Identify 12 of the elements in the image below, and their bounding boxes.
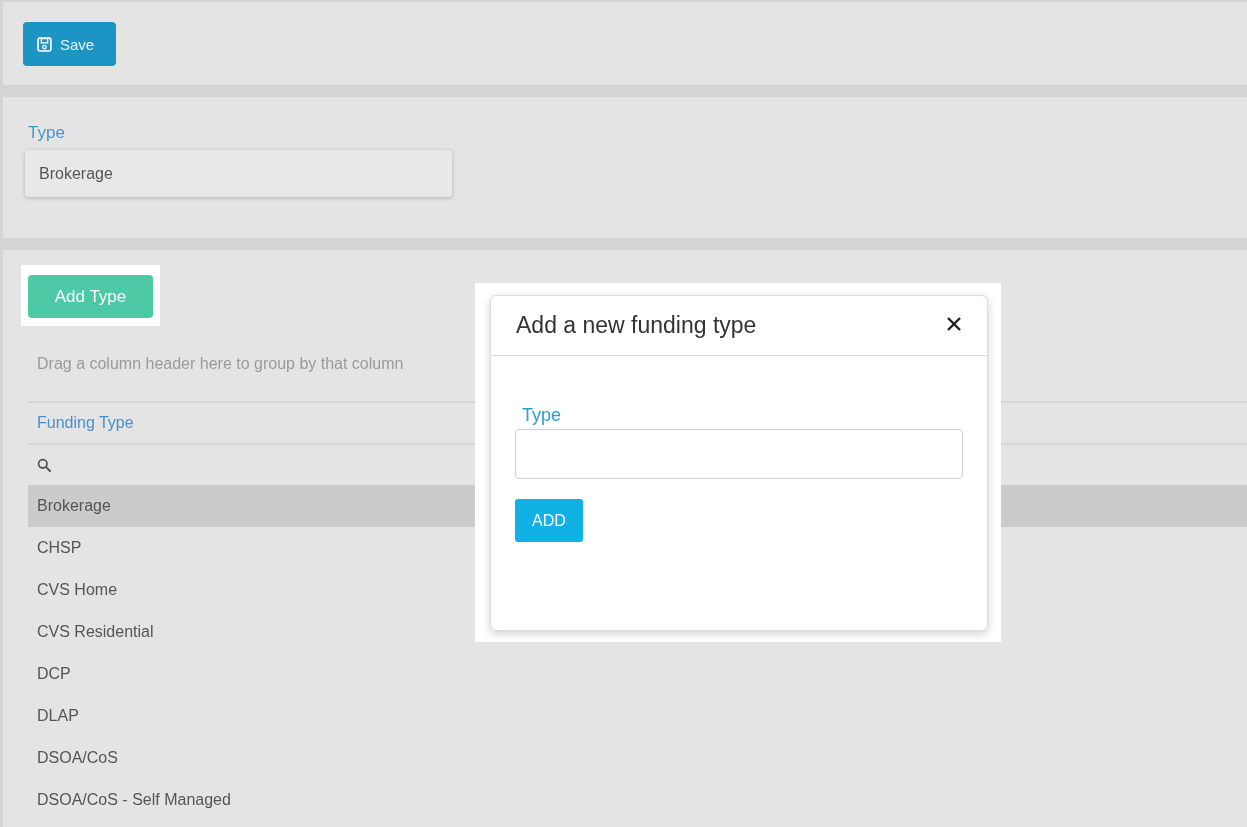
table-cell: DCP — [37, 665, 71, 683]
table-cell: DSOA/CoS — [37, 749, 118, 767]
table-cell: CHSP — [37, 539, 82, 557]
type-label: Type — [28, 123, 65, 143]
table-cell: CVS Residential — [37, 623, 154, 641]
table-cell: DSOA/CoS - Self Managed — [37, 791, 231, 809]
dialog-title: Add a new funding type — [516, 312, 757, 339]
table-cell: Brokerage — [37, 497, 111, 515]
group-hint: Drag a column header here to group by that column — [37, 354, 404, 373]
field-label: Type — [522, 404, 562, 426]
table-cell: DLAP — [37, 707, 79, 725]
table-cell: CVS Home — [37, 581, 118, 599]
